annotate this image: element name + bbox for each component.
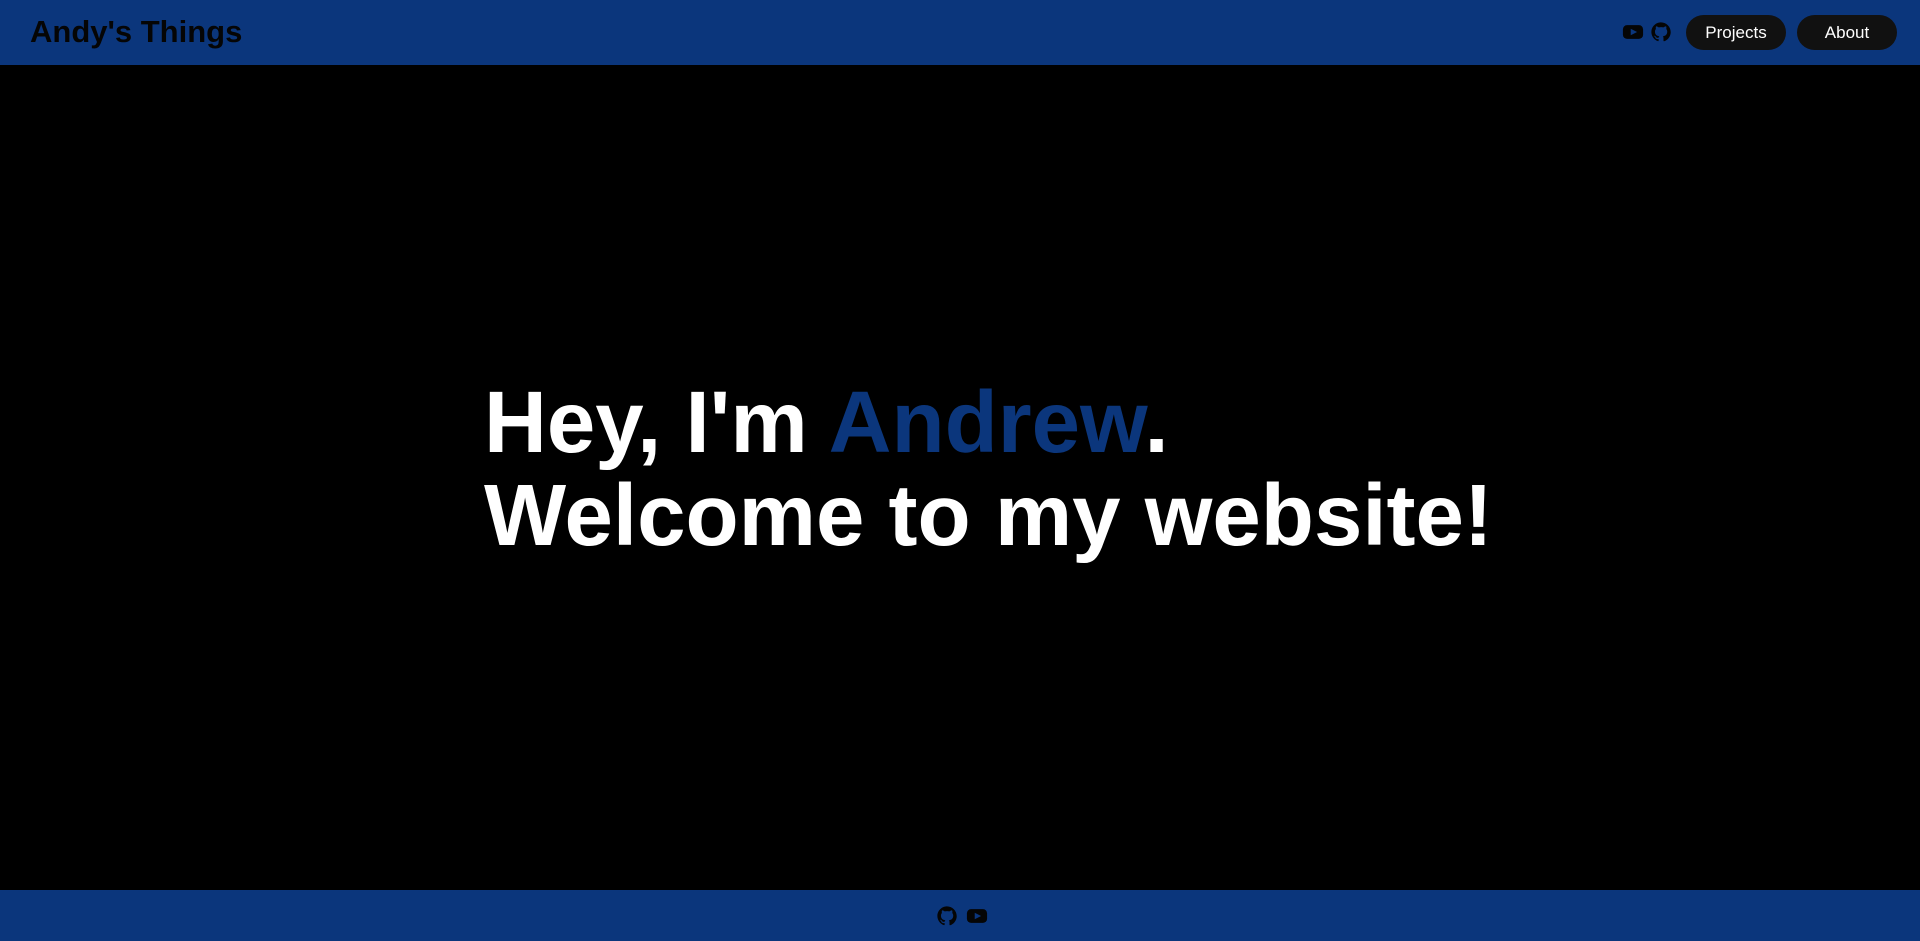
nav-about-button[interactable]: About xyxy=(1797,15,1897,50)
hero-name: Andrew xyxy=(828,374,1145,471)
nav-projects-button[interactable]: Projects xyxy=(1686,15,1786,50)
github-icon[interactable] xyxy=(936,905,958,927)
hero-welcome: Welcome to my website! xyxy=(484,467,1493,564)
site-title[interactable]: Andy's Things xyxy=(30,14,242,50)
site-header: Andy's Things Projects About xyxy=(0,0,1920,65)
hero-heading: Hey, I'm Andrew. Welcome to my website! xyxy=(484,376,1493,562)
github-icon[interactable] xyxy=(1650,21,1672,43)
header-social-icons xyxy=(1622,20,1672,44)
hero-greeting: Hey, I'm xyxy=(484,374,829,471)
hero-period: . xyxy=(1144,374,1169,471)
footer-social-icons xyxy=(936,905,988,927)
youtube-icon[interactable] xyxy=(1622,21,1644,43)
page: Andy's Things Projects About Hey, I'm An… xyxy=(0,0,1920,941)
youtube-icon[interactable] xyxy=(966,905,988,927)
